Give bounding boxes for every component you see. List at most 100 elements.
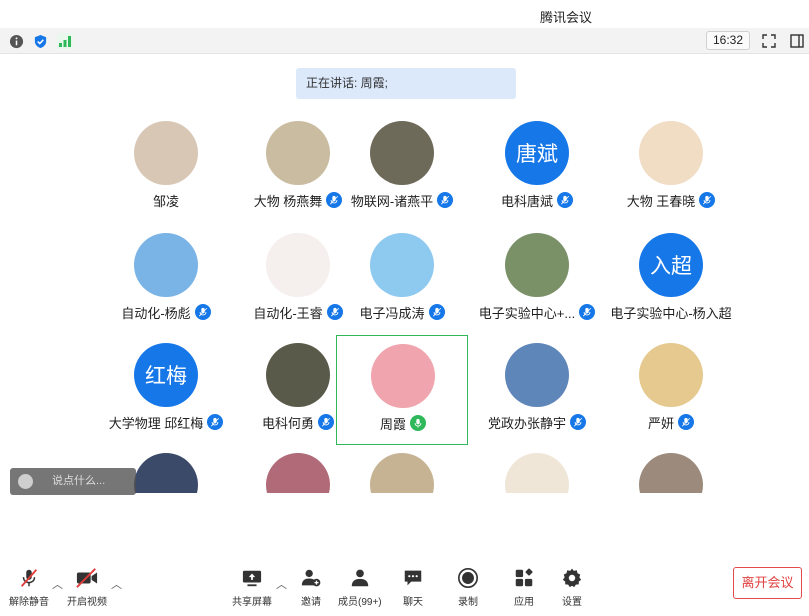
invite-button[interactable]: 邀请	[299, 566, 323, 608]
mic-muted-icon	[17, 566, 41, 590]
mic-icon	[678, 414, 694, 430]
participant-tile[interactable]: 大物 王春晓	[605, 113, 737, 223]
participant-name: 邹凌	[152, 193, 179, 209]
participant-name: 电子实验中心+...	[478, 305, 576, 321]
avatar	[370, 121, 434, 185]
participant-name: 电科唐斌	[500, 193, 553, 209]
share-options-caret[interactable]: ︿	[276, 576, 287, 592]
apps-label: 应用	[514, 597, 534, 608]
start-video-label: 开启视频	[67, 597, 107, 608]
chat-placeholder: 说点什么...	[52, 475, 106, 487]
participant-name-row: 电子实验中心-杨入超	[585, 302, 757, 322]
invite-label: 邀请	[301, 597, 321, 608]
participant-tile[interactable]	[605, 445, 737, 493]
avatar: 入超	[639, 233, 703, 297]
participant-name: 电科何勇	[261, 415, 314, 431]
chat-icon	[401, 566, 425, 590]
leave-meeting-button[interactable]: 离开会议	[733, 567, 802, 599]
apps-button[interactable]: 应用	[512, 566, 536, 608]
share-screen-button[interactable]: 共享屏幕	[232, 566, 272, 608]
avatar	[134, 453, 198, 493]
avatar: 红梅	[134, 343, 198, 407]
mic-icon	[194, 304, 211, 320]
avatar: 唐斌	[505, 121, 569, 185]
participant-name: 周霞	[379, 416, 406, 432]
record-button[interactable]: 录制	[456, 566, 480, 608]
participant-tile[interactable]: 周霞	[336, 335, 468, 445]
participant-tile[interactable]: 严妍	[605, 335, 737, 445]
members-label: 成员(99+)	[338, 597, 382, 608]
avatar	[639, 453, 703, 493]
participant-name: 物联网-诸燕平	[350, 193, 434, 209]
title-bar: 腾讯会议	[0, 0, 809, 28]
avatar	[134, 233, 198, 297]
mic-icon	[428, 304, 445, 320]
avatar	[266, 233, 330, 297]
start-video-button[interactable]: 开启视频	[67, 566, 107, 608]
participant-name: 党政办张静宇	[487, 415, 566, 431]
avatar	[266, 121, 330, 185]
active-speaker-banner: 正在讲话: 周霞;	[296, 68, 516, 99]
mic-icon	[410, 415, 426, 431]
settings-label: 设置	[562, 597, 582, 608]
top-toolbar: 16:32	[0, 28, 809, 54]
avatar	[639, 343, 703, 407]
participant-tile[interactable]	[336, 445, 468, 493]
bottom-toolbar: 解除静音 ︿ 开启视频 ︿ 共享屏幕 ︿ 邀请 成员(99+) 聊天 录制 应用…	[0, 560, 809, 616]
avatar	[266, 453, 330, 493]
chat-label: 聊天	[403, 597, 423, 608]
participant-name: 大物 王春晓	[626, 193, 696, 209]
avatar	[505, 343, 569, 407]
emoji-icon[interactable]	[18, 474, 33, 489]
unmute-button[interactable]: 解除静音	[9, 566, 49, 608]
participant-tile[interactable]: 入超电子实验中心-杨入超	[605, 225, 737, 335]
members-icon	[348, 566, 372, 590]
avatar-initials: 红梅	[145, 364, 187, 388]
audio-options-caret[interactable]: ︿	[52, 576, 63, 592]
participant-name: 电子实验中心-杨入超	[610, 305, 732, 321]
share-screen-icon	[240, 566, 264, 590]
gear-icon	[560, 566, 584, 590]
add-user-icon	[299, 566, 323, 590]
participant-name: 大学物理 邱红梅	[108, 415, 204, 431]
chat-input[interactable]: 说点什么...	[10, 468, 136, 495]
participant-tile[interactable]: 电子实验中心+...	[471, 225, 603, 335]
fullscreen-icon[interactable]	[761, 33, 777, 49]
record-icon	[456, 566, 480, 590]
participant-tile[interactable]: 党政办张静宇	[471, 335, 603, 445]
signal-icon[interactable]	[57, 33, 73, 49]
record-label: 录制	[458, 597, 478, 608]
participant-tile[interactable]: 电子冯成涛	[336, 225, 468, 335]
participant-name: 自动化-杨彪	[121, 305, 191, 321]
participant-name: 电子冯成涛	[359, 305, 425, 321]
participant-name-row: 大物 王春晓	[585, 190, 757, 210]
avatar-initials: 唐斌	[516, 142, 558, 166]
info-icon[interactable]	[8, 33, 24, 49]
mic-icon	[570, 414, 586, 430]
participant-name: 严妍	[647, 415, 674, 431]
avatar	[371, 344, 435, 408]
settings-button[interactable]: 设置	[560, 566, 584, 608]
participant-tile[interactable]: 唐斌电科唐斌	[471, 113, 603, 223]
unmute-label: 解除静音	[9, 597, 49, 608]
apps-icon	[512, 566, 536, 590]
video-options-caret[interactable]: ︿	[111, 576, 122, 592]
mic-icon	[699, 192, 716, 208]
participant-tile[interactable]: 物联网-诸燕平	[336, 113, 468, 223]
sidebar-toggle-icon[interactable]	[789, 33, 805, 49]
avatar-initials: 入超	[650, 254, 692, 278]
participant-tile[interactable]	[471, 445, 603, 493]
members-button[interactable]: 成员(99+)	[338, 566, 382, 608]
avatar	[505, 453, 569, 493]
participant-name: 大物 杨燕舞	[253, 193, 323, 209]
meeting-time: 16:32	[706, 31, 750, 50]
avatar	[266, 343, 330, 407]
share-screen-label: 共享屏幕	[232, 597, 272, 608]
avatar	[505, 233, 569, 297]
participant-name: 自动化-王睿	[253, 305, 323, 321]
chat-button[interactable]: 聊天	[401, 566, 425, 608]
shield-icon[interactable]	[32, 33, 48, 49]
avatar	[134, 121, 198, 185]
mic-icon	[557, 192, 573, 208]
avatar	[370, 233, 434, 297]
